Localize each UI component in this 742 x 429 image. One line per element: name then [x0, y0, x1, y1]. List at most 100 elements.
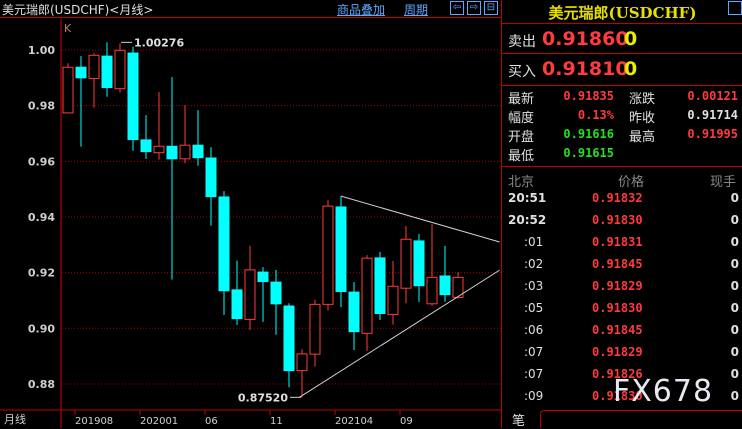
candle	[335, 196, 347, 308]
qty-header: 现手	[710, 175, 737, 190]
candle-body	[166, 145, 178, 160]
candle-body	[387, 285, 399, 315]
tick-row: 20:51 0.91832 0	[502, 191, 742, 213]
candle-body	[374, 257, 386, 315]
sell-qty: 0	[624, 28, 638, 50]
candle-body	[114, 49, 126, 90]
quote-panel: 美元瑞郎(USDCHF) 卖出 0.91860 0 买入 0.91810 0 最…	[501, 0, 742, 429]
candle-body	[257, 271, 269, 283]
tick-price: 0.91831	[592, 235, 643, 249]
divider	[502, 53, 742, 54]
maximize-icon[interactable]	[728, 1, 742, 15]
tick-qty: 0	[730, 345, 739, 359]
stat-value: 0.00121	[687, 89, 738, 103]
x-tick-label: 06	[205, 416, 218, 427]
x-tick-label: 201908	[75, 416, 113, 427]
y-tick-label: 1.00	[28, 44, 55, 57]
divider	[502, 85, 742, 86]
y-tick-label: 0.90	[28, 322, 55, 335]
stat-label: 最新	[508, 92, 535, 107]
sell-price: 0.91860	[542, 28, 629, 50]
candle	[283, 303, 295, 388]
tick-qty: 0	[730, 213, 739, 227]
candle-body	[335, 206, 347, 293]
overlay-link[interactable]: 商品叠加	[337, 1, 385, 18]
tick-qty: 0	[730, 301, 739, 315]
stat-label: 最高	[629, 130, 656, 145]
x-tick-label: 11	[270, 416, 283, 427]
candle	[231, 260, 243, 325]
stat-value: 0.91616	[563, 127, 614, 141]
divider	[502, 166, 742, 167]
time-header: 北京	[508, 175, 535, 190]
candle-body	[400, 238, 412, 289]
stat-value: 0.91714	[687, 108, 738, 122]
candle	[140, 115, 152, 159]
tick-time: :01	[524, 235, 544, 249]
y-tick-label: 0.96	[28, 155, 55, 168]
candle-body	[361, 257, 373, 334]
tab-bar	[540, 410, 742, 428]
candle	[348, 282, 360, 351]
candle-body	[127, 52, 139, 141]
candle	[322, 200, 334, 311]
stat-label: 开盘	[508, 130, 535, 145]
layout-icon[interactable]: ⊟	[484, 1, 498, 15]
candle-body	[413, 240, 425, 287]
stat-value: 0.91995	[687, 127, 738, 141]
candle-body	[270, 281, 282, 305]
candle	[88, 53, 100, 108]
arrow-right-icon[interactable]: ⇨	[467, 1, 481, 15]
watermark: FX678	[613, 374, 714, 409]
x-tick-label: 09	[400, 416, 413, 427]
candle-body	[309, 303, 321, 355]
candle-body	[439, 275, 451, 296]
tick-time: :02	[524, 257, 544, 271]
candle	[205, 147, 217, 226]
candle	[166, 76, 178, 280]
tick-qty: 0	[730, 389, 739, 403]
candle	[75, 56, 87, 147]
buy-price: 0.91810	[542, 58, 629, 80]
buy-label: 买入	[508, 64, 536, 80]
candlestick-chart[interactable]: K 1.00 0.98 0.96 0.94 0.92 0.90 0.88 月线 201908 202…	[0, 19, 501, 428]
stat-value: 0.13%	[577, 108, 614, 122]
candle-body	[140, 139, 152, 153]
candle	[374, 252, 386, 320]
stat-label: 昨收	[629, 111, 656, 126]
candle	[296, 349, 308, 398]
period-link[interactable]: 周期	[404, 1, 428, 18]
candle-body	[218, 196, 230, 292]
candle-body	[153, 145, 165, 154]
y-tick-label: 0.94	[28, 211, 55, 224]
x-tick-label: 202104	[335, 416, 373, 427]
candle-body	[75, 66, 87, 79]
tick-row: 20:52 0.91830 0	[502, 213, 742, 235]
candle-body	[192, 144, 204, 159]
high-label: 1.00276	[134, 36, 184, 49]
tick-time: 20:51	[508, 191, 547, 205]
chart-toolbar: 美元瑞郎(USDCHF)<月线> 商品叠加 周期 ⇦ ⇨ ⊟	[0, 0, 501, 18]
candle	[153, 92, 165, 160]
candle	[192, 110, 204, 166]
candle	[361, 255, 373, 351]
tick-price: 0.91829	[592, 345, 643, 359]
candle	[179, 105, 191, 164]
tick-row: :03 0.91829 0	[502, 279, 742, 301]
candle	[114, 43, 126, 93]
tick-row: :07 0.91829 0	[502, 345, 742, 367]
tick-time: :09	[524, 389, 544, 403]
tab-trades[interactable]: 笔	[506, 410, 540, 429]
candle-body	[205, 157, 217, 198]
tick-row: :06 0.91845 0	[502, 323, 742, 345]
tick-time: :06	[524, 323, 544, 337]
tick-price: 0.91829	[592, 279, 643, 293]
y-tick-label: 0.98	[28, 100, 55, 113]
tick-qty: 0	[730, 191, 739, 205]
arrow-left-icon[interactable]: ⇦	[450, 1, 464, 15]
y-tick-label: 0.88	[28, 378, 55, 391]
candle-body	[62, 66, 74, 114]
candle	[257, 267, 269, 322]
candle-body	[179, 144, 191, 160]
low-label: 0.87520	[238, 391, 288, 404]
